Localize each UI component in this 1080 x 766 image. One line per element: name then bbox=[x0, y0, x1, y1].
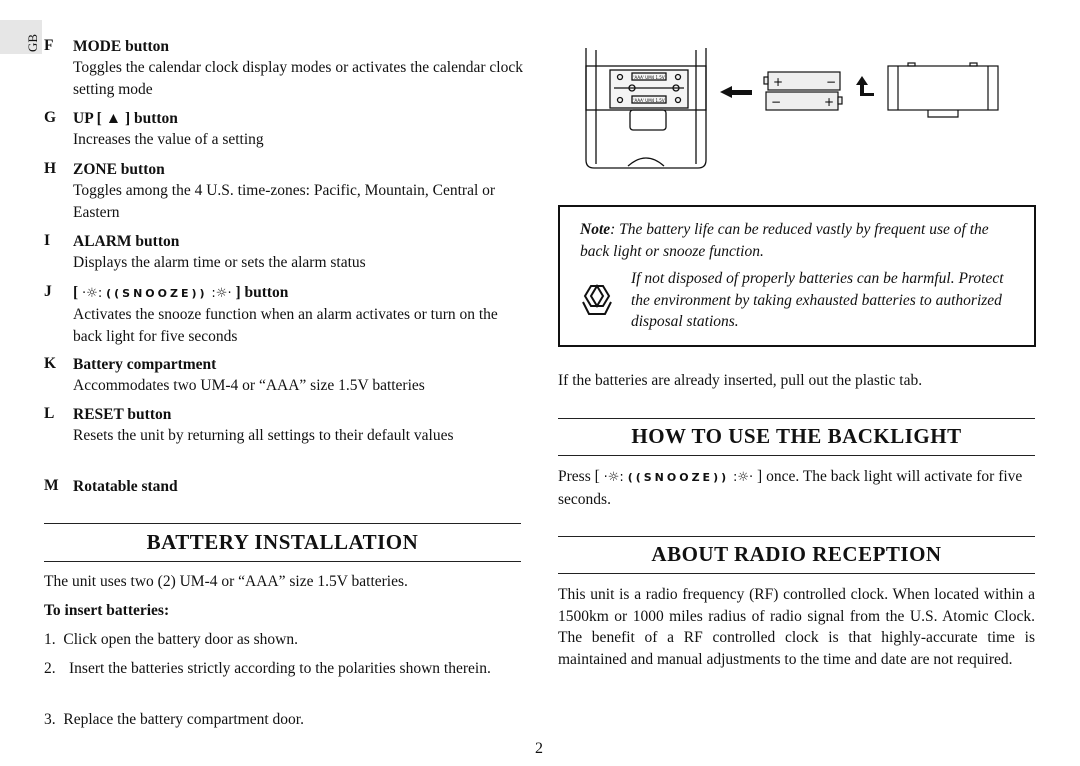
backlight-heading: HOW TO USE THE BACKLIGHT bbox=[631, 424, 962, 448]
item-letter: K bbox=[44, 355, 57, 372]
component-item-battery-compartment: K Battery compartment Accommodates two U… bbox=[44, 355, 524, 397]
item-desc: Increases the value of a setting bbox=[73, 131, 264, 148]
battery-minus: − bbox=[771, 95, 781, 109]
item-letter: J bbox=[44, 283, 52, 300]
item-letter: I bbox=[44, 232, 51, 249]
step-text: Replace the battery compartment door. bbox=[63, 711, 304, 728]
battery-minus: − bbox=[826, 75, 836, 89]
component-item-reset: L RESET button Resets the unit by return… bbox=[44, 405, 524, 447]
note-body: : The battery life can be reduced vastly… bbox=[580, 221, 989, 260]
snooze-label: ((SNOOZE)) bbox=[627, 471, 730, 484]
item-letter: L bbox=[44, 405, 55, 422]
note-label: Note bbox=[580, 221, 611, 238]
item-desc: Toggles among the 4 U.S. time-zones: Pac… bbox=[73, 182, 496, 221]
battery-slot-label: 'AAA' UM4 1.5V bbox=[633, 75, 664, 80]
step-text: Click open the battery door as shown. bbox=[63, 631, 298, 648]
language-tab-label: GB bbox=[25, 33, 40, 52]
item-title: UP [ ▲ ] button bbox=[73, 109, 524, 129]
battery-intro: The unit uses two (2) UM-4 or “AAA” size… bbox=[44, 573, 408, 590]
battery-plus: + bbox=[773, 75, 783, 89]
lift-arrow-icon bbox=[856, 76, 874, 96]
item-desc: Activates the snooze function when an al… bbox=[73, 306, 498, 345]
snooze-label: ((SNOOZE)) bbox=[106, 287, 208, 300]
section-rule-bottom bbox=[44, 561, 521, 562]
backlight-instructions: Press [ ·☼: ((SNOOZE)) :☼· ] once. The b… bbox=[558, 466, 1035, 510]
item-desc: Toggles the calendar clock display modes… bbox=[73, 59, 523, 98]
light-bulb-icon: ·☼: bbox=[82, 286, 103, 301]
battery-installation-heading: BATTERY INSTALLATION bbox=[146, 530, 419, 554]
radio-reception-heading: ABOUT RADIO RECEPTION bbox=[651, 542, 942, 566]
step-text: Insert the batteries strictly according … bbox=[69, 660, 491, 677]
component-item-stand: M Rotatable stand bbox=[44, 477, 524, 497]
component-item-alarm: I ALARM button Displays the alarm time o… bbox=[44, 232, 524, 274]
item-title: Rotatable stand bbox=[73, 478, 178, 495]
component-item-up: G UP [ ▲ ] button Increases the value of… bbox=[44, 109, 524, 151]
battery-slot-label: 'AAA' UM4 1.5V bbox=[633, 98, 664, 103]
item-desc: Accommodates two UM-4 or “AAA” size 1.5V… bbox=[73, 377, 425, 394]
light-bulb-icon: ·☼: bbox=[603, 470, 624, 485]
note-text: Note: The battery life can be reduced va… bbox=[580, 219, 1020, 262]
title-suffix: ] button bbox=[235, 284, 289, 301]
clock-back-icon bbox=[585, 48, 707, 169]
item-title: Battery compartment bbox=[73, 356, 217, 373]
item-desc: Resets the unit by returning all setting… bbox=[73, 427, 454, 444]
component-item-snooze: J [ ·☼: ((SNOOZE)) :☼· ] button Activate… bbox=[44, 283, 524, 348]
step-number: 1. bbox=[44, 631, 56, 648]
battery-installation-illustration: 'AAA' UM4 1.5V 'AAA' UM4 1.5V + − − + bbox=[585, 48, 999, 169]
step-1: 1. Click open the battery door as shown. bbox=[44, 629, 521, 651]
title-prefix: [ bbox=[73, 284, 79, 301]
section-rule-bottom bbox=[558, 455, 1035, 456]
battery-door-icon bbox=[887, 62, 999, 118]
recycle-text: If not disposed of properly batteries ca… bbox=[631, 270, 1004, 330]
light-bulb-icon: :☼· bbox=[211, 286, 232, 301]
title-suffix: ] button bbox=[124, 110, 178, 127]
item-letter: F bbox=[44, 37, 54, 54]
up-triangle-icon: ▲ bbox=[105, 110, 122, 127]
section-rule-bottom bbox=[558, 573, 1035, 574]
section-rule-top bbox=[558, 418, 1035, 419]
item-title: RESET button bbox=[73, 406, 172, 423]
item-title: MODE button bbox=[73, 38, 170, 55]
item-desc: Displays the alarm time or sets the alar… bbox=[73, 254, 366, 271]
radio-reception-text: This unit is a radio frequency (RF) cont… bbox=[558, 586, 1035, 668]
item-letter: G bbox=[44, 109, 57, 126]
battery-note-box: Note: The battery life can be reduced va… bbox=[558, 205, 1036, 347]
light-bulb-icon: :☼· bbox=[733, 470, 754, 485]
item-letter: H bbox=[44, 160, 57, 177]
recycle-icon bbox=[582, 284, 612, 315]
item-letter: M bbox=[44, 477, 59, 494]
step-number: 2. bbox=[44, 660, 56, 677]
component-item-zone: H ZONE button Toggles among the 4 U.S. t… bbox=[44, 160, 524, 224]
step-2: 2. Insert the batteries strictly accordin… bbox=[44, 658, 521, 680]
press-text: Press [ bbox=[558, 468, 600, 485]
plastic-tab-text: If the batteries are already inserted, p… bbox=[558, 372, 923, 389]
component-item-mode: F MODE button Toggles the calendar clock… bbox=[44, 37, 524, 101]
item-title: [ ·☼: ((SNOOZE)) :☼· ] button bbox=[73, 283, 524, 304]
section-rule-top bbox=[558, 536, 1035, 537]
title-prefix: UP [ bbox=[73, 110, 102, 127]
insert-batteries-subheading: To insert batteries: bbox=[44, 602, 170, 619]
step-3: 3. Replace the battery compartment door. bbox=[44, 709, 521, 731]
item-title: ALARM button bbox=[73, 233, 180, 250]
section-rule-top bbox=[44, 523, 521, 524]
step-number: 3. bbox=[44, 711, 56, 728]
insert-arrow-icon bbox=[720, 86, 752, 98]
page-number: 2 bbox=[535, 740, 543, 757]
battery-plus: + bbox=[824, 95, 834, 109]
item-title: ZONE button bbox=[73, 161, 165, 178]
